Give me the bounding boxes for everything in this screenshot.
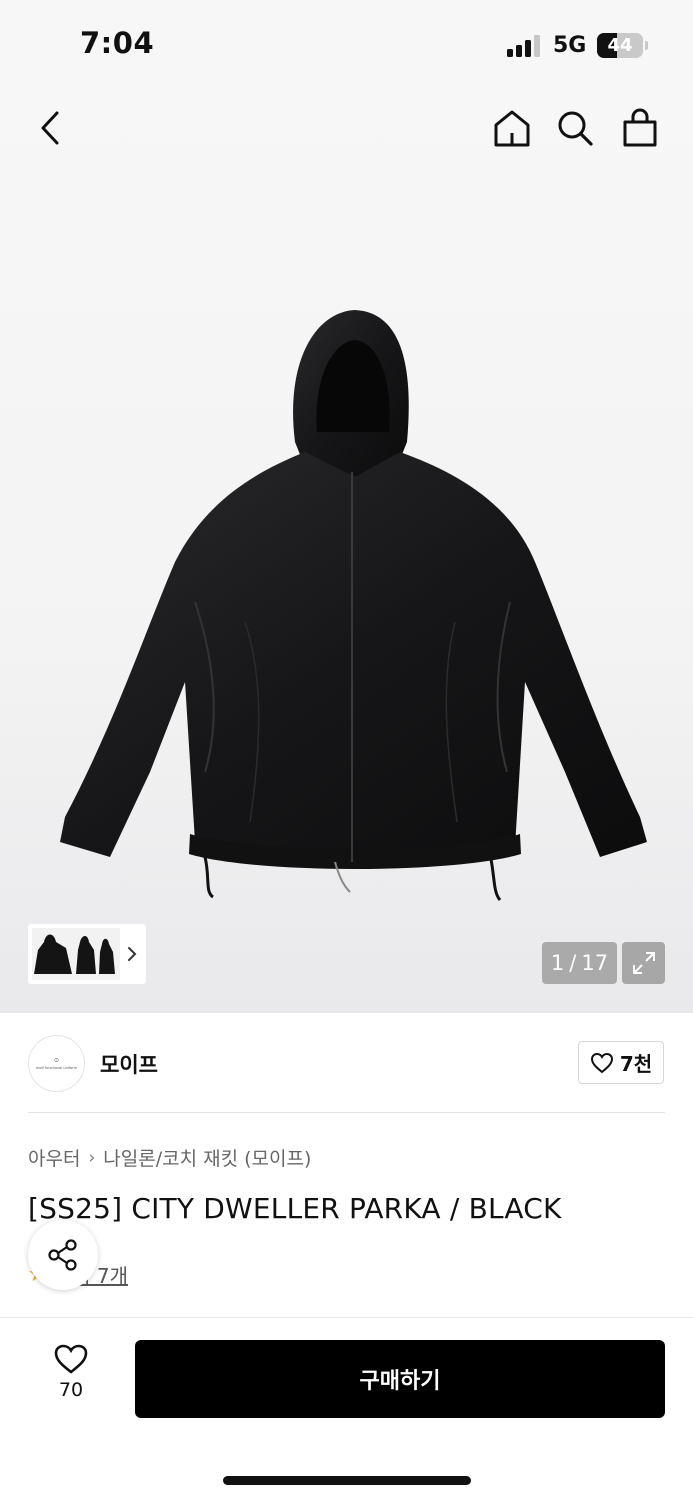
battery-level: 44 [607,35,633,56]
thumbnail-strip[interactable] [28,924,146,984]
page-current: 1 [550,951,565,975]
thumbnail-next-button[interactable] [122,938,142,970]
heart-outline-icon [54,1344,88,1374]
wishlist-count: 70 [58,1379,84,1401]
page-total: 17 [581,951,609,975]
home-indicator[interactable] [223,1476,471,1485]
expand-icon [632,952,655,974]
brand-logo-mark: ⊙ [53,1057,60,1064]
status-time: 7:04 [80,26,155,60]
brand-like-button[interactable]: 7천 [578,1041,664,1084]
breadcrumb-subcategory[interactable]: 나일론/코치 재킷 (모이프) [103,1144,311,1171]
image-page-counter: 1 / 17 [542,942,617,984]
battery-icon: 44 [597,33,643,58]
home-icon [494,110,530,147]
share-icon [48,1239,77,1271]
cellular-signal-icon [507,35,543,57]
search-icon [558,111,593,146]
shopping-bag-icon [623,108,657,147]
wishlist-button[interactable]: 70 [40,1343,102,1413]
status-bar: 7:04 5G 44 [0,0,693,92]
product-photo [60,310,647,901]
brand-logo-text: moif functional uniform [36,1066,77,1070]
chevron-right-icon: › [88,1147,96,1168]
expand-image-button[interactable] [622,942,665,984]
section-divider [28,1112,665,1113]
brand-row[interactable]: ⊙ moif functional uniform 모이프 7천 [0,1013,693,1113]
thumbnail-images [32,928,120,980]
chevron-right-icon [128,947,137,961]
brand-name[interactable]: 모이프 [100,1049,158,1079]
brand-logo[interactable]: ⊙ moif functional uniform [28,1035,85,1092]
bottom-bar-divider [0,1317,693,1318]
page-separator: / [569,951,577,975]
breadcrumb: 아우터 › 나일론/코치 재킷 (모이프) [28,1144,311,1171]
share-button[interactable] [28,1220,98,1290]
heart-outline-icon [590,1052,613,1073]
buy-button[interactable]: 구매하기 [135,1340,665,1418]
brand-like-count: 7천 [619,1052,653,1076]
cart-button[interactable] [618,106,662,150]
network-type: 5G [553,33,587,58]
search-button[interactable] [553,106,597,150]
chevron-left-icon [41,111,59,145]
product-title: [SS25] CITY DWELLER PARKA / BLACK [28,1192,562,1225]
back-button[interactable] [28,106,72,150]
product-image-gallery[interactable]: 1 / 17 [0,92,693,1013]
battery-nub [645,41,648,50]
breadcrumb-category[interactable]: 아우터 [28,1144,80,1171]
home-button[interactable] [490,106,534,150]
